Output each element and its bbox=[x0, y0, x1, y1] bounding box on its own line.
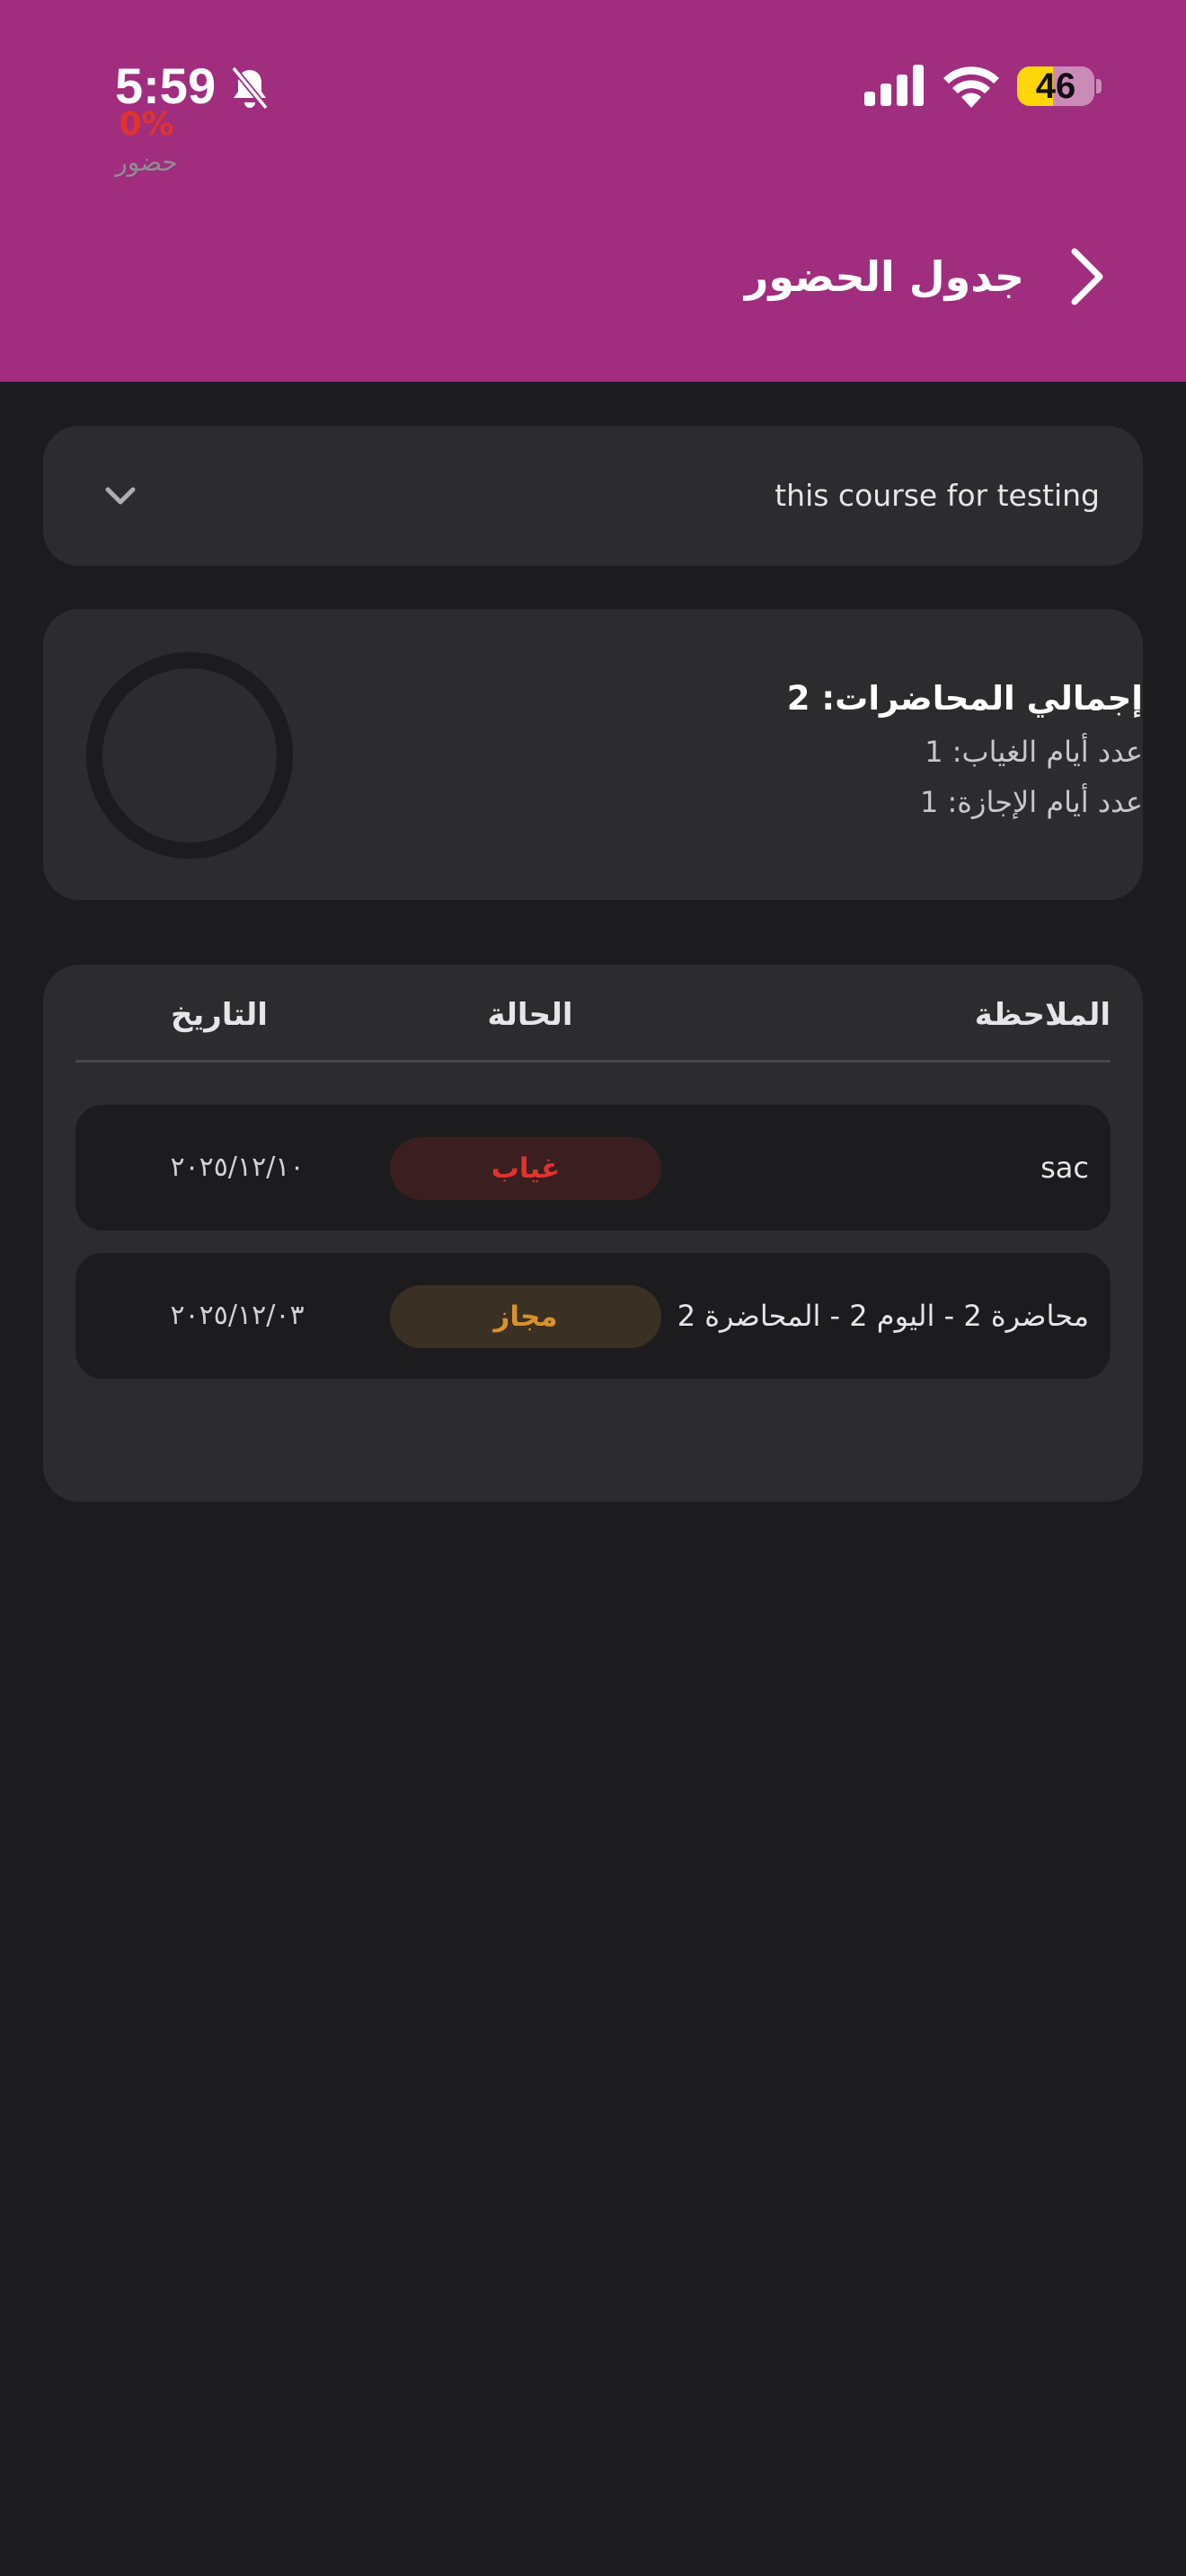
status-badge-absent: غياب bbox=[390, 1137, 661, 1200]
absence-days: عدد أيام الغياب: 1 bbox=[925, 735, 1143, 769]
app-header: 5:59 46 جدول الحضور bbox=[0, 0, 1186, 382]
chevron-down-icon bbox=[105, 487, 136, 505]
row-note: sac bbox=[1040, 1151, 1089, 1185]
table-divider bbox=[75, 1060, 1111, 1063]
battery-level: 46 bbox=[1035, 66, 1076, 106]
page-title: جدول الحضور bbox=[744, 252, 1024, 301]
row-date: ٢٠٢٥/١٢/٠٣ bbox=[170, 1300, 305, 1331]
battery-tip bbox=[1096, 79, 1102, 93]
course-dropdown[interactable]: this course for testing bbox=[43, 426, 1143, 566]
battery-indicator: 46 bbox=[1017, 66, 1094, 106]
attendance-table bbox=[43, 965, 1143, 1502]
table-row: محاضرة 2 - اليوم 2 - المحاضرة 2 مجاز ٢٠٢… bbox=[75, 1253, 1111, 1379]
total-lectures: إجمالي المحاضرات: 2 bbox=[786, 679, 1143, 718]
attendance-caption: حضور bbox=[115, 147, 178, 177]
row-date: ٢٠٢٥/١٢/١٠ bbox=[170, 1151, 305, 1183]
status-badge-excused: مجاز bbox=[390, 1285, 661, 1348]
attendance-progress-ring bbox=[86, 652, 293, 859]
back-button[interactable] bbox=[1060, 243, 1111, 311]
column-header-status: الحالة bbox=[487, 997, 573, 1033]
leave-days: عدد أيام الإجازة: 1 bbox=[919, 785, 1143, 819]
bell-slash-icon bbox=[231, 66, 269, 110]
cellular-signal-icon bbox=[864, 65, 924, 106]
attendance-percent: 0% bbox=[119, 106, 174, 143]
column-header-date: التاريخ bbox=[171, 997, 268, 1033]
table-row: sac غياب ٢٠٢٥/١٢/١٠ bbox=[75, 1105, 1111, 1231]
row-note: محاضرة 2 - اليوم 2 - المحاضرة 2 bbox=[677, 1299, 1089, 1333]
column-header-note: الملاحظة bbox=[974, 997, 1111, 1033]
wifi-icon bbox=[943, 66, 999, 108]
course-dropdown-value: this course for testing bbox=[774, 478, 1100, 513]
